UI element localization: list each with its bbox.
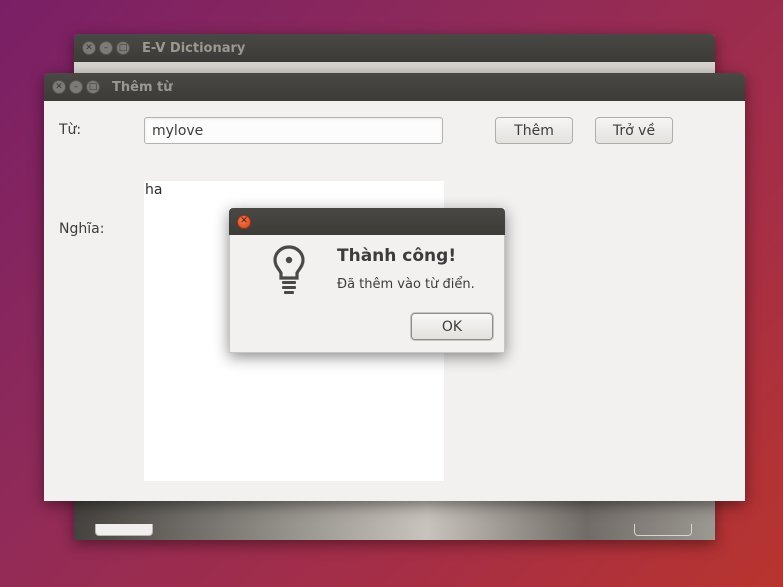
minimize-icon[interactable]: – xyxy=(99,41,113,55)
success-dialog: ✕ Thành công! Đã thêm vào từ điển. OK xyxy=(229,208,505,353)
add-word-titlebar[interactable]: ✕ – □ Thêm từ xyxy=(44,73,745,101)
add-button[interactable]: Thêm xyxy=(495,117,573,144)
dialog-titlebar[interactable]: ✕ xyxy=(229,208,505,235)
ok-button[interactable]: OK xyxy=(411,313,493,340)
close-icon[interactable]: ✕ xyxy=(52,80,66,94)
back-button[interactable]: Trở về xyxy=(595,117,673,144)
dialog-body: Thành công! Đã thêm vào từ điển. OK xyxy=(229,235,505,353)
dialog-message: Đã thêm vào từ điển. xyxy=(337,277,475,292)
hidden-button-left[interactable] xyxy=(95,524,153,536)
lightbulb-icon xyxy=(273,245,305,294)
word-label: Từ: xyxy=(59,122,82,138)
window-title: E-V Dictionary xyxy=(142,40,246,56)
meaning-label: Nghĩa: xyxy=(59,221,105,237)
maximize-icon[interactable]: □ xyxy=(86,80,100,94)
maximize-icon[interactable]: □ xyxy=(116,41,130,55)
dictionary-titlebar[interactable]: ✕ – □ E-V Dictionary xyxy=(74,34,715,62)
word-input[interactable] xyxy=(144,117,443,144)
window-title: Thêm từ xyxy=(112,79,173,95)
hidden-button-right[interactable] xyxy=(634,524,692,536)
minimize-icon[interactable]: – xyxy=(69,80,83,94)
close-icon[interactable]: ✕ xyxy=(82,41,96,55)
close-icon[interactable]: ✕ xyxy=(237,214,251,229)
dialog-title: Thành công! xyxy=(337,246,457,266)
